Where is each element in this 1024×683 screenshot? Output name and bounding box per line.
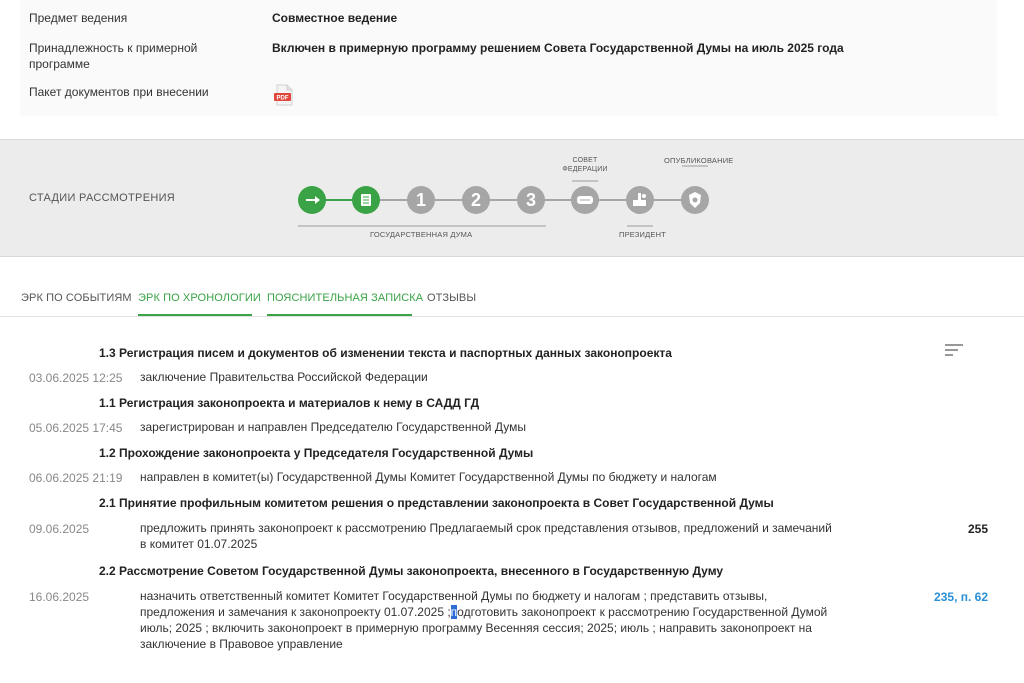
stage-step-reading-3[interactable]: 3 <box>517 186 545 214</box>
info-value: Совместное ведение <box>272 11 398 25</box>
event-text-line: назначить ответственный комитет Комитет … <box>140 589 768 603</box>
stages-track: 1 2 3 <box>298 165 709 227</box>
event-text-line: заключение в Правовое управление <box>140 637 343 651</box>
stage-step-introduced[interactable] <box>298 186 326 214</box>
stage-group-publication: ОПУБЛИКОВАНИЕ <box>664 156 734 165</box>
event-stage-heading: 2.1 Принятие профильным комитетом решени… <box>99 496 774 510</box>
stage-group-president: ПРЕЗИДЕНТ <box>619 230 667 239</box>
info-row-subject: Предмет ведения Совместное ведение <box>20 0 997 34</box>
stage-step-preliminary[interactable] <box>352 186 380 214</box>
event-doc-link[interactable]: 235, п. 62 <box>934 590 988 604</box>
sort-icon[interactable] <box>945 343 963 357</box>
event-stage-heading: 2.2 Рассмотрение Советом Государственной… <box>99 564 724 578</box>
reading-number: 3 <box>526 190 536 210</box>
stage-step-president[interactable] <box>626 186 654 214</box>
info-row-documents: Пакет документов при внесении PDF <box>20 76 997 116</box>
event-stage-heading: 1.2 Прохождение законопроекта у Председа… <box>99 446 534 460</box>
stage-group-federation-council: СОВЕТ ФЕДЕРАЦИИ <box>562 157 608 173</box>
federation-council-icon <box>577 196 593 204</box>
event-text: направлен в комитет(ы) Государственной Д… <box>140 470 717 484</box>
info-label: Пакет документов при внесении <box>29 85 209 99</box>
tab-reviews[interactable]: ОТЗЫВЫ <box>427 292 476 304</box>
stage-step-publication[interactable] <box>681 186 709 214</box>
event-text-line: предложения и замечания к законопроекту … <box>140 604 827 620</box>
tab-chronology-indicator <box>138 314 252 316</box>
event-date: 05.06.2025 17:45 <box>29 421 123 435</box>
event-text: зарегистрирован и направлен Председателю… <box>140 420 526 434</box>
event-text-part: одготовить законопроект к рассмотрению Г… <box>457 605 828 619</box>
info-label: Принадлежность к примерной программе <box>29 41 198 71</box>
event-text-line: предложить принять законопроект к рассмо… <box>140 521 832 535</box>
tab-chronology[interactable]: ЭРК ПО ХРОНОЛОГИИ <box>138 292 261 304</box>
stages-panel: СТАДИИ РАССМОТРЕНИЯ 1 2 3 ГОСУДАРСТВЕННА… <box>0 139 1024 257</box>
pdf-label: PDF <box>277 96 289 102</box>
bill-info-table: Предмет ведения Совместное ведение Прина… <box>20 0 997 116</box>
stage-step-reading-2[interactable]: 2 <box>462 186 490 214</box>
event-date: 16.06.2025 <box>29 590 90 604</box>
event-stage-heading: 1.1 Регистрация законопроекта и материал… <box>99 396 480 410</box>
tab-events[interactable]: ЭРК ПО СОБЫТИЯМ <box>21 292 132 304</box>
document-icon <box>361 194 371 206</box>
event-stage-heading: 1.3 Регистрация писем и документов об из… <box>99 346 672 360</box>
tabs-bar: ЭРК ПО СОБЫТИЯМ ЭРК ПО ХРОНОЛОГИИ ПОЯСНИ… <box>0 280 1024 317</box>
event-text-line: июль; 2025 ; включить законопроект в при… <box>140 621 812 635</box>
tab-explanatory-indicator <box>267 314 412 316</box>
stage-group-state-duma: ГОСУДАРСТВЕННАЯ ДУМА <box>370 230 473 239</box>
info-label: Предмет ведения <box>29 11 128 25</box>
info-value: Включен в примерную программу решением С… <box>272 41 844 55</box>
pdf-icon[interactable]: PDF <box>273 84 295 106</box>
event-text-line: в комитет 01.07.2025 <box>140 537 258 551</box>
reading-number: 1 <box>416 190 426 210</box>
info-row-program: Принадлежность к примерной программе Вкл… <box>20 34 997 76</box>
event-text-part: предложения и замечания к законопроекту … <box>140 605 451 619</box>
tab-explanatory-note[interactable]: ПОЯСНИТЕЛЬНАЯ ЗАПИСКА <box>267 292 423 304</box>
stage-step-reading-1[interactable]: 1 <box>407 186 435 214</box>
event-date: 06.06.2025 21:19 <box>29 471 123 485</box>
event-date: 09.06.2025 <box>29 522 90 536</box>
stage-step-federation-council[interactable] <box>571 186 599 214</box>
event-doc-number: 255 <box>967 522 988 536</box>
event-date: 03.06.2025 12:25 <box>29 371 123 385</box>
reading-number: 2 <box>471 190 481 210</box>
event-text: заключение Правительства Российской Феде… <box>140 370 428 384</box>
